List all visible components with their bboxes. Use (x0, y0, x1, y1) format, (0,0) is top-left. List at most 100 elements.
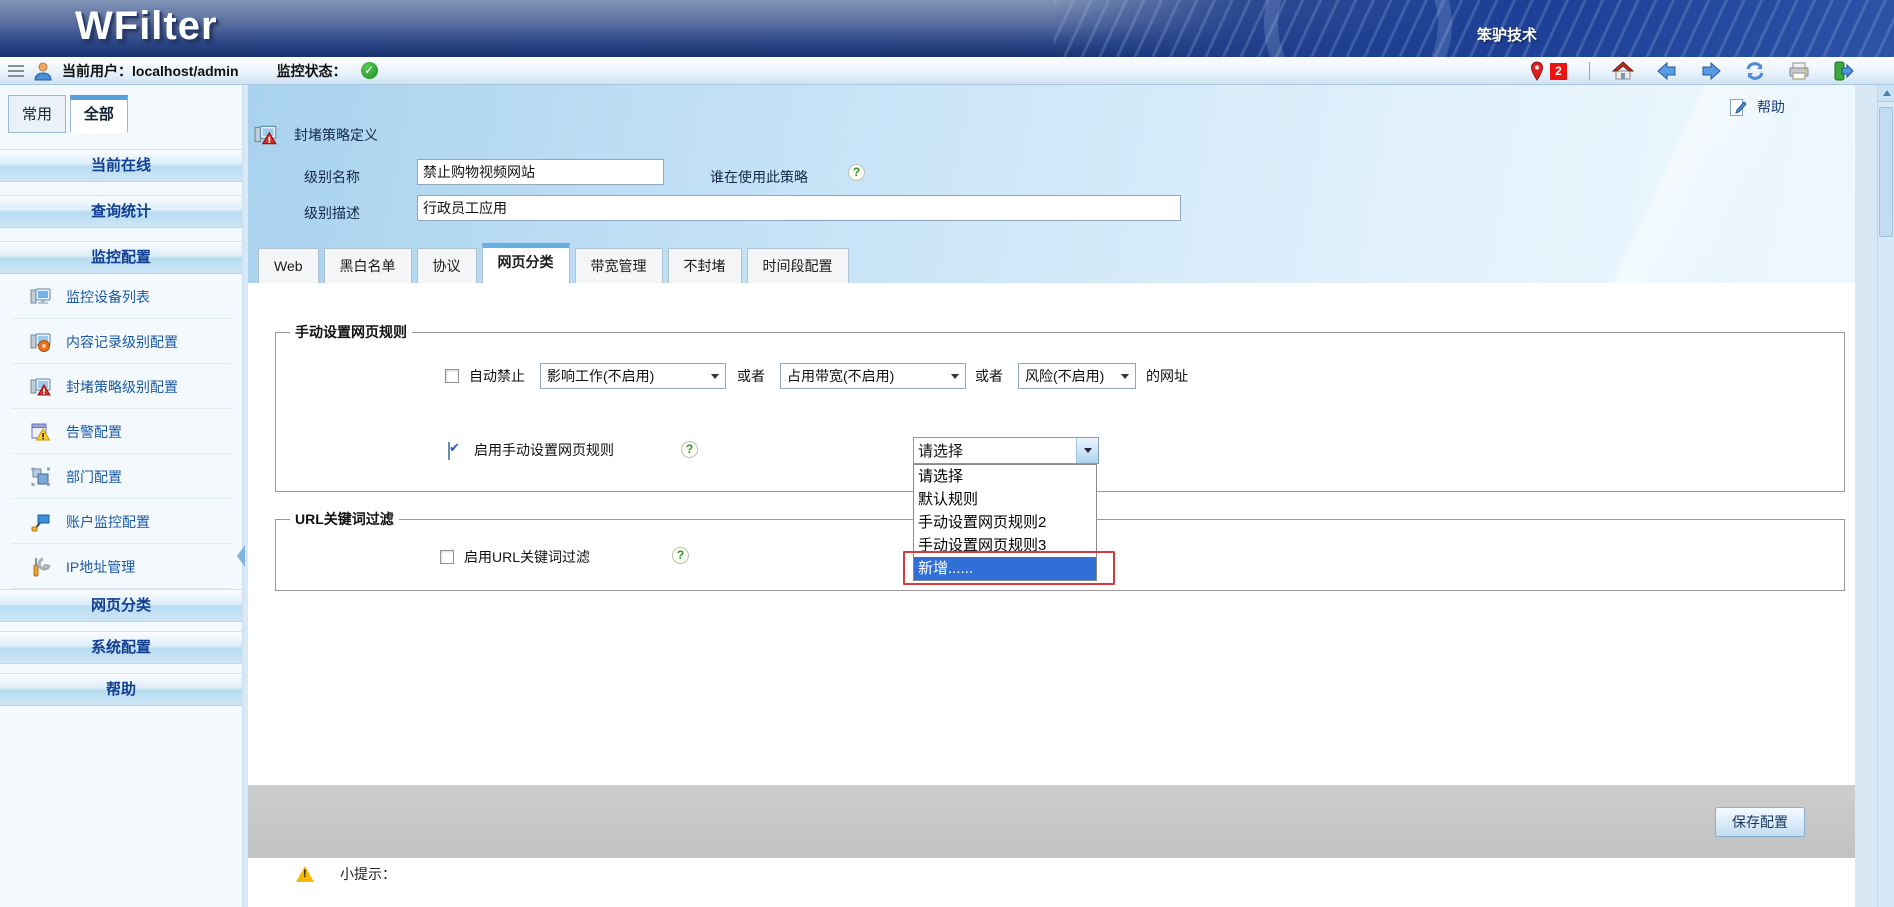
risk-select[interactable]: 风险(不启用) (1018, 363, 1136, 389)
level-name-input[interactable] (417, 159, 664, 185)
alerts-indicator[interactable]: 2 (1526, 60, 1567, 82)
monitor-gear-icon (30, 331, 52, 353)
bandwidth-select[interactable]: 占用带宽(不启用) (780, 363, 966, 389)
tab-bandwidth[interactable]: 带宽管理 (575, 248, 663, 284)
user-icon (32, 60, 54, 82)
sidebar-item-label: 账户监控配置 (66, 512, 150, 532)
tab-blackwhite-list[interactable]: 黑白名单 (324, 248, 412, 284)
home-icon[interactable] (1612, 60, 1634, 82)
sidebar: 常用 全部 当前在线 查询统计 监控配置 监控设备列表 内容记录级别配置 (0, 85, 243, 907)
url-filter-legend: URL关键词过滤 (290, 509, 399, 529)
alert-count-badge: 2 (1550, 63, 1567, 80)
tab-time-period[interactable]: 时间段配置 (747, 248, 849, 284)
sidebar-item-content-record-level[interactable]: 内容记录级别配置 (0, 319, 242, 364)
rule-option[interactable]: 默认规则 (914, 488, 1096, 511)
toolbar-separator (1589, 62, 1590, 80)
sidebar-item-block-policy-level[interactable]: 封堵策略级别配置 (0, 364, 242, 409)
sidebar-group-monitor-config[interactable]: 监控配置 (0, 241, 242, 274)
sidebar-group-help[interactable]: 帮助 (0, 673, 242, 706)
scroll-up-arrow-icon[interactable] (1878, 85, 1894, 102)
rule-option[interactable]: 手动设置网页规则2 (914, 511, 1096, 534)
banner-building-image (1054, 0, 1894, 57)
toolbar: 当前用户：localhost/admin 监控状态： ✓ 2 (0, 57, 1894, 85)
scrollbar-thumb[interactable] (1879, 107, 1893, 237)
sidebar-item-device-list[interactable]: 监控设备列表 (0, 274, 242, 319)
level-name-label: 级别名称 (304, 167, 360, 187)
monitor-alert-icon (30, 376, 52, 398)
enable-url-filter-label: 启用URL关键词过滤 (464, 544, 590, 570)
tab-web-category[interactable]: 网页分类 (482, 243, 570, 284)
who-uses-policy-label: 谁在使用此策略 (710, 167, 808, 187)
risk-value: 风险(不启用) (1025, 366, 1104, 386)
bandwidth-value: 占用带宽(不启用) (787, 366, 894, 386)
sidebar-item-alarm-config[interactable]: 告警配置 (0, 409, 242, 454)
enable-manual-rules-checkbox[interactable] (448, 442, 450, 460)
sidebar-item-label: 部门配置 (66, 467, 122, 487)
url-suffix-label: 的网址 (1146, 363, 1188, 389)
chevron-down-icon (711, 374, 719, 379)
sidebar-item-label: 封堵策略级别配置 (66, 377, 178, 397)
level-desc-input[interactable] (417, 195, 1181, 221)
rule-select[interactable]: 请选择 (913, 437, 1099, 464)
warning-icon (296, 866, 314, 882)
pin-icon (1526, 60, 1548, 82)
sidebar-item-account-monitor-config[interactable]: 账户监控配置 (0, 499, 242, 544)
sidebar-group-system-config[interactable]: 系统配置 (0, 631, 242, 664)
tab-protocol[interactable]: 协议 (417, 248, 477, 284)
sidebar-item-label: 内容记录级别配置 (66, 332, 178, 352)
who-uses-help-icon[interactable]: ? (848, 164, 865, 181)
manual-rules-legend: 手动设置网页规则 (290, 322, 412, 342)
tab-web[interactable]: Web (258, 248, 319, 284)
tools-icon (30, 556, 52, 578)
monitor-icon (30, 286, 52, 308)
back-arrow-icon[interactable] (1656, 60, 1678, 82)
sidebar-group-online[interactable]: 当前在线 (0, 149, 242, 182)
status-ok-icon: ✓ (361, 62, 378, 79)
or-label-1: 或者 (737, 363, 765, 389)
printer-icon[interactable] (1788, 60, 1810, 82)
rule-option[interactable]: 请选择 (914, 465, 1096, 488)
flag-icon (30, 511, 52, 533)
logout-icon[interactable] (1832, 60, 1854, 82)
refresh-icon[interactable] (1744, 60, 1766, 82)
current-user-label: 当前用户：localhost/admin (62, 61, 239, 81)
sidebar-tab-common[interactable]: 常用 (8, 95, 66, 133)
tab-no-block[interactable]: 不封堵 (668, 248, 742, 284)
sidebar-group-query-stats[interactable]: 查询统计 (0, 195, 242, 228)
rule-select-dropdown-button[interactable] (1076, 438, 1098, 463)
department-icon (30, 466, 52, 488)
monitor-status-label: 监控状态： (277, 61, 347, 81)
menu-icon[interactable] (8, 65, 24, 77)
sidebar-group-web-category[interactable]: 网页分类 (0, 589, 242, 622)
sidebar-tabbar: 常用 全部 (0, 85, 242, 139)
sidebar-collapse-arrow-icon[interactable] (237, 545, 245, 567)
level-desc-label: 级别描述 (304, 203, 360, 223)
help-link[interactable]: 帮助 (1728, 97, 1785, 117)
or-label-2: 或者 (975, 363, 1003, 389)
auto-ban-checkbox[interactable] (445, 369, 459, 383)
brand-text: 笨驴技术 (1477, 24, 1537, 45)
work-impact-value: 影响工作(不启用) (547, 366, 654, 386)
policy-tabbar: Web 黑白名单 协议 网页分类 带宽管理 不封堵 时间段配置 (258, 247, 849, 284)
chevron-down-icon (1084, 448, 1092, 453)
block-policy-icon (254, 123, 278, 147)
url-filter-help-icon[interactable]: ? (672, 547, 689, 564)
annotation-red-box (903, 551, 1115, 585)
sidebar-item-label: 监控设备列表 (66, 287, 150, 307)
sidebar-item-department-config[interactable]: 部门配置 (0, 454, 242, 499)
help-link-label: 帮助 (1757, 97, 1785, 117)
vertical-scrollbar[interactable] (1877, 85, 1894, 907)
auto-ban-label: 自动禁止 (469, 363, 525, 389)
rule-select-value: 请选择 (914, 440, 963, 461)
tip-label: 小提示： (340, 864, 396, 884)
sidebar-tab-all[interactable]: 全部 (70, 95, 128, 133)
enable-url-filter-checkbox[interactable] (440, 550, 454, 564)
sidebar-item-ip-management[interactable]: IP地址管理 (0, 544, 242, 589)
footer-action-bar (248, 785, 1855, 858)
manual-rules-help-icon[interactable]: ? (681, 441, 698, 458)
top-banner: WFilter 笨驴技术 (0, 0, 1894, 57)
save-config-button[interactable]: 保存配置 (1715, 807, 1805, 837)
sidebar-item-label: 告警配置 (66, 422, 122, 442)
work-impact-select[interactable]: 影响工作(不启用) (540, 363, 726, 389)
forward-arrow-icon[interactable] (1700, 60, 1722, 82)
